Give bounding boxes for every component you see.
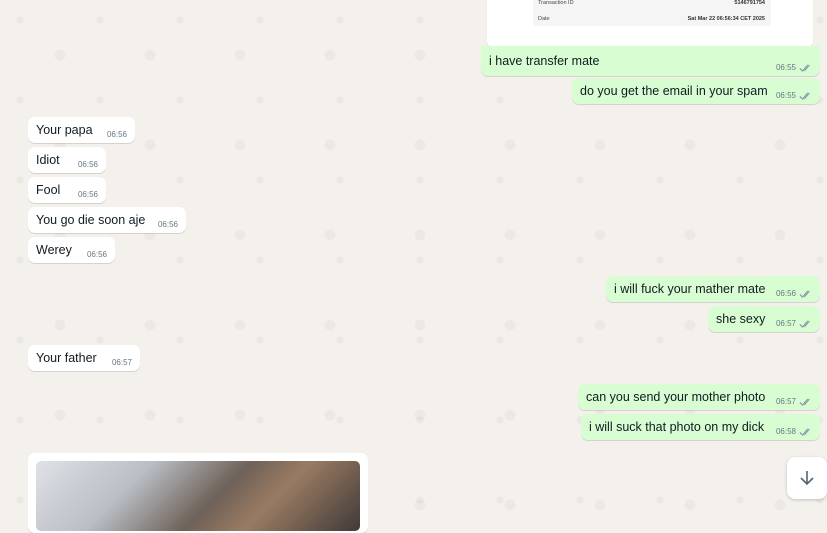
message-bubble-outgoing[interactable]: i have transfer mate 06:55 — [481, 46, 820, 76]
message-time: 06:56 — [106, 130, 127, 139]
message-text: Werey — [36, 243, 72, 257]
message-text: Fool — [36, 183, 61, 197]
message-bubble-incoming[interactable]: Your papa 06:56 — [28, 117, 135, 143]
message-time: 06:58 — [775, 427, 796, 436]
message-time: 06:57 — [775, 397, 796, 406]
message-bubble-incoming[interactable]: Werey 06:56 — [28, 237, 115, 263]
message-text: Your papa — [36, 123, 93, 137]
message-text: Your father — [36, 351, 97, 365]
message-bubble-outgoing[interactable]: i will fuck your mather mate 06:56 — [606, 276, 820, 302]
message-text: i have transfer mate — [489, 54, 600, 68]
message-time: 06:56 — [157, 220, 178, 229]
message-bubble-outgoing[interactable]: can you send your mother photo 06:57 — [578, 384, 820, 410]
message-text: Idiot — [36, 153, 60, 167]
message-bubble-incoming[interactable]: You go die soon aje 06:56 — [28, 207, 186, 233]
message-time: 06:56 — [77, 190, 98, 199]
date-label: Date — [538, 16, 550, 22]
message-bubble-outgoing[interactable]: i will suck that photo on my dick 06:58 — [581, 414, 820, 440]
message-bubble-outgoing[interactable]: she sexy 06:57 — [708, 306, 820, 332]
message-time: 06:57 — [775, 319, 796, 328]
message-time: 06:55 — [775, 91, 796, 100]
message-bubble-outgoing[interactable]: do you get the email in your spam 06:55 — [572, 78, 820, 104]
double-check-icon — [799, 320, 810, 328]
double-check-icon — [799, 398, 810, 406]
receipt-image[interactable]: Transaction ID 5146791754 Date Sat Mar 2… — [487, 0, 813, 47]
message-time: 06:57 — [111, 358, 132, 367]
scroll-to-bottom-button[interactable] — [787, 457, 827, 499]
message-text: can you send your mother photo — [586, 390, 766, 404]
message-bubble-incoming[interactable]: Fool 06:56 — [28, 177, 106, 203]
message-bubble-photo[interactable] — [28, 453, 368, 533]
message-text: You go die soon aje — [36, 213, 146, 227]
message-time: 06:56 — [775, 289, 796, 298]
double-check-icon — [799, 290, 810, 298]
message-bubble-incoming[interactable]: Your father 06:57 — [28, 345, 140, 371]
message-time: 06:55 — [775, 63, 796, 72]
double-check-icon — [799, 64, 810, 72]
message-text: she sexy — [716, 312, 766, 326]
arrow-down-icon — [800, 471, 814, 486]
photo-thumbnail[interactable] — [36, 461, 360, 531]
message-time: 06:56 — [77, 160, 98, 169]
message-text: do you get the email in your spam — [580, 84, 768, 98]
date-value: Sat Mar 22 06:56:34 CET 2025 — [687, 16, 765, 22]
transaction-id-label: Transaction ID — [538, 0, 574, 6]
transaction-id-value: 5146791754 — [734, 0, 765, 6]
message-bubble-incoming[interactable]: Idiot 06:56 — [28, 147, 106, 173]
message-time: 06:56 — [86, 250, 107, 259]
message-text: i will fuck your mather mate — [614, 282, 766, 296]
receipt-details: Transaction ID 5146791754 Date Sat Mar 2… — [533, 0, 771, 26]
message-text: i will suck that photo on my dick — [589, 420, 765, 434]
double-check-icon — [799, 92, 810, 100]
double-check-icon — [799, 428, 810, 436]
